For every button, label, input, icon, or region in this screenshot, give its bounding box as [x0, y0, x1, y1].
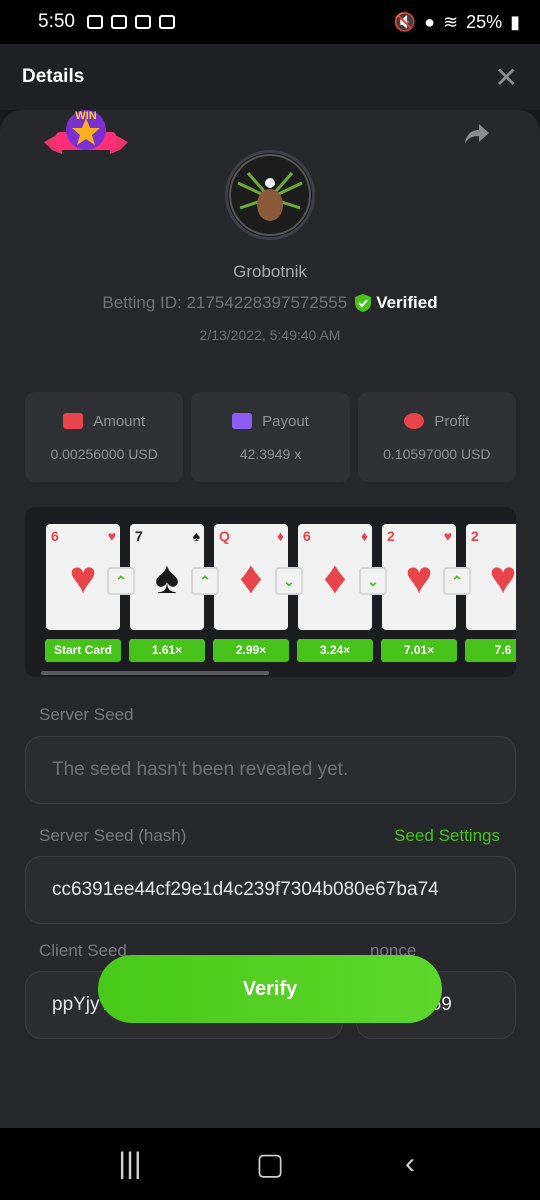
wifi-icon: ≋ — [442, 11, 459, 32]
client-seed-label: Client Seed — [39, 941, 127, 960]
notification-icon — [158, 15, 175, 29]
multiplier-badge: Start Card — [45, 639, 121, 662]
amount-label: Amount — [93, 412, 146, 430]
server-seed-hash-field[interactable]: cc6391ee44cf29e1d4c239f7304b080e67ba74 — [25, 856, 516, 924]
status-time: 5:50 — [38, 11, 75, 32]
notification-icons — [86, 15, 175, 29]
card-suit-icon: ♥ — [443, 528, 452, 544]
higher-arrow-icon: ⌃ — [443, 567, 471, 595]
higher-arrow-icon: ⌃ — [107, 567, 135, 595]
system-nav-bar: ||| ▢ ‹ — [0, 1128, 540, 1200]
avatar-image — [229, 154, 311, 236]
battery-icon: ▮ — [510, 11, 520, 32]
multiplier-badge: 3.24× — [297, 639, 373, 662]
amount-value: 0.00256000 USD — [50, 445, 158, 462]
notification-icon — [86, 15, 103, 29]
notification-icon — [134, 15, 151, 29]
multiplier-badge: 7.01× — [381, 639, 457, 662]
cards-track: 6 ♥ ♥ Start Card 7 ♠ ♠ 1.61× ⌃ Q ♦ ♦ 2.99× ⌃ 6 ♦ ♦ 3.24× ⌄… — [41, 524, 516, 662]
stats-row: Amount 0.00256000 USD Payout 42.3949 x P… — [25, 392, 516, 482]
location-icon: ● — [424, 11, 435, 32]
card-rank: 6 — [51, 528, 59, 544]
betting-id: Betting ID: 21754228397572555 — [102, 293, 348, 312]
payout-stat: Payout 42.3949 x — [191, 392, 350, 482]
card-rank: 2 — [471, 528, 479, 544]
amount-stat: Amount 0.00256000 USD — [25, 392, 184, 482]
close-icon[interactable]: ✕ — [495, 61, 518, 94]
verified-label: Verified — [376, 293, 438, 312]
system-icons: 🔇 ● ≋ 25% ▮ — [394, 12, 520, 33]
battery-percent: 25% — [466, 11, 503, 32]
page-title: Details — [22, 66, 85, 87]
card-center-suit-icon: ♥ — [489, 551, 516, 603]
payout-label: Payout — [262, 412, 309, 430]
back-icon[interactable]: ‹ — [380, 1147, 440, 1181]
home-icon[interactable]: ▢ — [240, 1147, 300, 1182]
multiplier-badge: 7.6 — [465, 639, 516, 662]
verified-badge: Verified — [355, 293, 438, 313]
recent-apps-icon[interactable]: ||| — [100, 1147, 160, 1181]
higher-arrow-icon: ⌃ — [191, 567, 219, 595]
win-badge-text: WIN — [75, 110, 96, 122]
card-rank: 6 — [303, 528, 311, 544]
server-seed-field[interactable]: The seed hasn't been revealed yet. — [25, 736, 516, 804]
notification-icon — [110, 15, 127, 29]
cards-scrollbar[interactable] — [41, 671, 269, 675]
bet-datetime: 2/13/2022, 5:49:40 AM — [199, 327, 341, 343]
lower-arrow-icon: ⌄ — [359, 567, 387, 595]
seed-settings-link[interactable]: Seed Settings — [394, 826, 500, 846]
card-suit-icon: ♠ — [192, 528, 200, 544]
card-suit-icon: ♥ — [107, 528, 116, 544]
wallet-icon — [232, 413, 253, 429]
multiplier-badge: 2.99× — [213, 639, 289, 662]
card-suit-icon: ♦ — [276, 528, 284, 544]
card-rank: 7 — [135, 528, 143, 544]
share-icon[interactable] — [464, 122, 490, 146]
win-badge-icon: WIN — [44, 110, 128, 154]
money-bag-icon — [63, 413, 84, 429]
multiplier-badge: 1.61× — [129, 639, 205, 662]
server-seed-label: Server Seed — [39, 705, 134, 724]
card-rank: Q — [219, 528, 230, 544]
profit-stat: Profit 0.10597000 USD — [357, 392, 516, 482]
profit-label: Profit — [434, 412, 470, 430]
hand-coin-icon — [404, 413, 425, 429]
avatar — [225, 150, 315, 240]
cards-history[interactable]: 6 ♥ ♥ Start Card 7 ♠ ♠ 1.61× ⌃ Q ♦ ♦ 2.99× ⌃ 6 ♦ ♦ 3.24× ⌄… — [25, 507, 516, 677]
profit-value: 0.10597000 USD — [383, 445, 491, 462]
payout-value: 42.3949 x — [239, 445, 302, 462]
lower-arrow-icon: ⌄ — [275, 567, 303, 595]
details-header: Details ✕ — [0, 44, 540, 110]
username: Grobotnik — [233, 262, 307, 281]
card-column: 2 ♥ ♥ 7.6 ⌃ — [443, 524, 516, 662]
betting-id-row: Betting ID: 21754228397572555 Verified — [0, 293, 540, 313]
verify-button[interactable]: Verify — [98, 955, 442, 1023]
server-seed-hash-label: Server Seed (hash) — [39, 826, 187, 845]
card-rank: 2 — [387, 528, 395, 544]
card-suit-icon: ♦ — [360, 528, 368, 544]
playing-card: 2♥♥ — [466, 524, 516, 630]
shield-check-icon — [355, 294, 372, 312]
status-bar: 5:50 🔇 ● ≋ 25% ▮ — [0, 0, 540, 44]
mute-icon: 🔇 — [393, 11, 417, 32]
